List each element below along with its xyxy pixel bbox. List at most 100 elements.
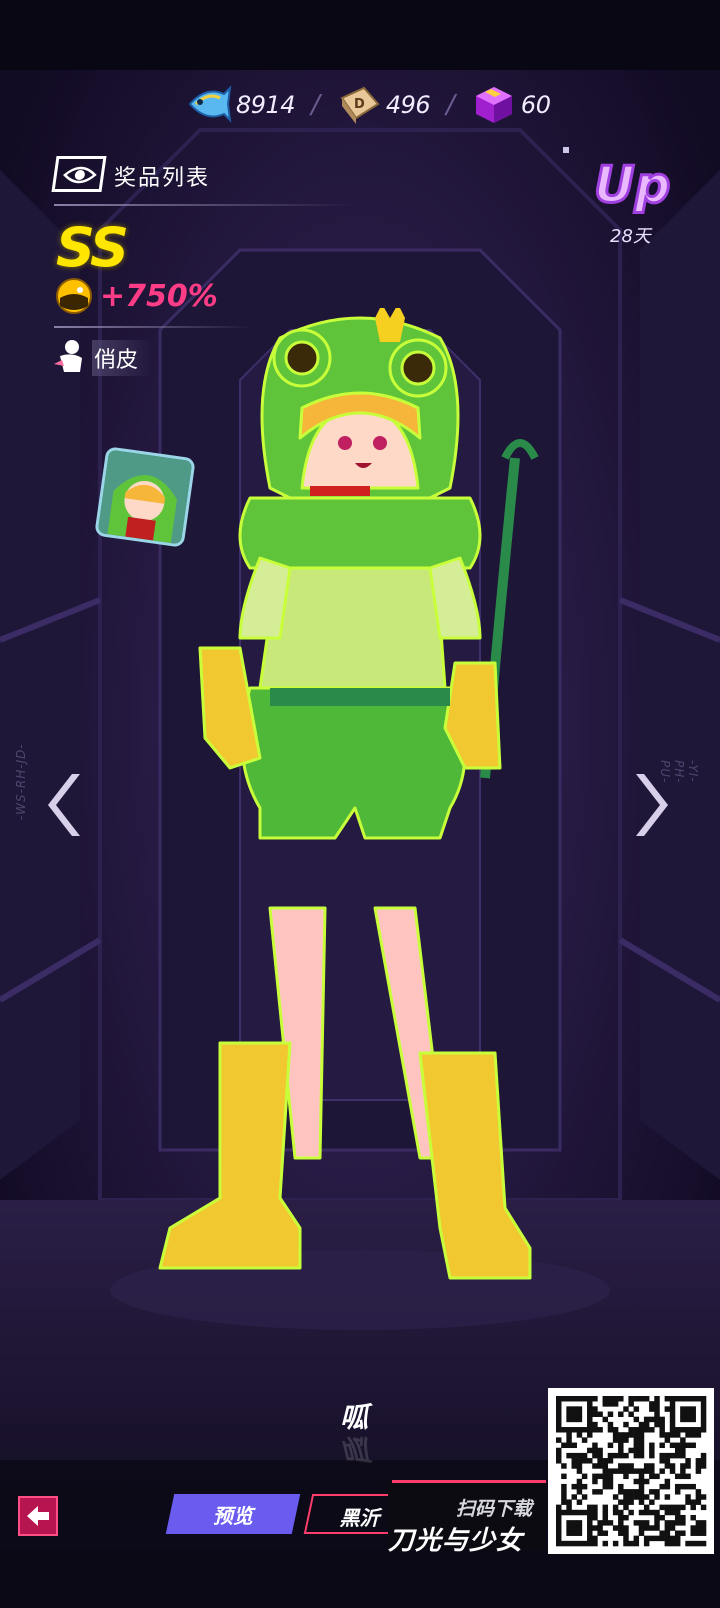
qr-module [556,1421,562,1428]
currency-cube[interactable]: 60 [471,84,551,126]
qr-module [695,1458,702,1464]
qr-module [654,1473,660,1480]
qr-module [618,1499,624,1505]
qr-module [612,1540,619,1547]
qr-module [700,1494,707,1500]
qr-module [556,1401,562,1407]
qr-module [649,1525,655,1531]
qr-module [566,1499,572,1505]
rank-label: SS [56,216,129,279]
qr-module [576,1416,583,1423]
qr-module [685,1427,691,1433]
qr-module [690,1396,696,1402]
qr-module [628,1540,634,1547]
qr-module [669,1432,676,1438]
qr-module [669,1421,676,1428]
event-days-remaining: 28天 [610,226,651,247]
qr-module [581,1509,588,1516]
qr-module [674,1473,681,1480]
qr-module [618,1452,624,1459]
qr-module [633,1535,640,1542]
qr-module [576,1406,583,1412]
qr-module [576,1432,583,1438]
qr-module [628,1489,634,1495]
currency-dice[interactable]: D 496 [336,84,431,126]
prize-list-button[interactable]: 奖品列表 [51,152,354,210]
tab-preview[interactable]: 预览 [165,1494,301,1534]
qr-module [607,1468,614,1474]
cube-count: 60 [520,91,551,119]
qr-module [623,1489,629,1495]
qr-module [695,1494,702,1500]
qr-module [664,1396,671,1402]
qr-module [607,1411,614,1417]
qr-module [602,1530,609,1536]
qr-module [628,1468,634,1474]
qr-module [669,1509,676,1516]
qr-module [664,1504,671,1511]
qr-module [669,1535,676,1542]
qr-module [643,1525,650,1531]
qr-module [690,1514,696,1521]
qr-module [690,1499,696,1505]
qr-module [654,1401,660,1407]
qr-module [571,1411,577,1417]
qr-module [695,1520,702,1526]
back-button[interactable] [18,1496,58,1536]
previous-arrow-icon[interactable] [42,770,82,840]
qr-module [685,1442,691,1449]
qr-module [659,1514,665,1521]
qr-module [674,1530,681,1536]
qr-module [581,1483,588,1490]
qr-module [592,1489,598,1495]
qr-module [602,1458,609,1464]
qr-module [700,1396,707,1402]
qr-module [602,1509,609,1516]
qr-module [680,1468,686,1474]
qr-module [638,1427,645,1433]
qr-module [628,1401,634,1407]
qr-module [685,1494,691,1500]
qr-module [638,1447,645,1454]
qr-module [571,1396,577,1402]
qr-module [623,1494,629,1500]
qr-module [597,1452,603,1459]
qr-module [633,1468,640,1474]
qr-module [649,1406,655,1412]
qr-module [664,1432,671,1438]
qr-module [602,1483,609,1490]
qr-module [571,1525,577,1531]
qr-module [623,1463,629,1469]
qr-module [628,1411,634,1417]
qr-module [571,1452,577,1459]
qr-module [628,1509,634,1516]
qr-module [587,1447,593,1454]
qr-module [654,1494,660,1500]
qr-module [685,1483,691,1490]
qr-module [576,1463,583,1469]
qr-module [685,1416,691,1423]
qr-module [695,1396,702,1402]
qr-module [592,1452,598,1459]
qr-module [587,1458,593,1464]
qr-module [571,1406,577,1412]
qr-module [633,1489,640,1495]
qr-module [695,1489,702,1495]
up-event-badge[interactable]: Up [592,150,672,220]
back-arrow-icon [27,1506,49,1526]
qr-module [623,1406,629,1412]
qr-module [685,1499,691,1505]
currency-fish[interactable]: 8914 [186,84,296,126]
qr-module [597,1525,603,1531]
separator: / [446,90,455,120]
character-model[interactable] [150,308,550,1318]
qr-module [576,1499,583,1505]
qr-module [674,1442,681,1449]
qr-module [597,1458,603,1464]
qr-module [700,1525,707,1531]
side-code-right: -YI-PH-PU- [658,760,700,784]
qr-module [690,1442,696,1449]
qr-module [659,1416,665,1423]
qr-module [618,1411,624,1417]
qr-module [561,1473,567,1480]
